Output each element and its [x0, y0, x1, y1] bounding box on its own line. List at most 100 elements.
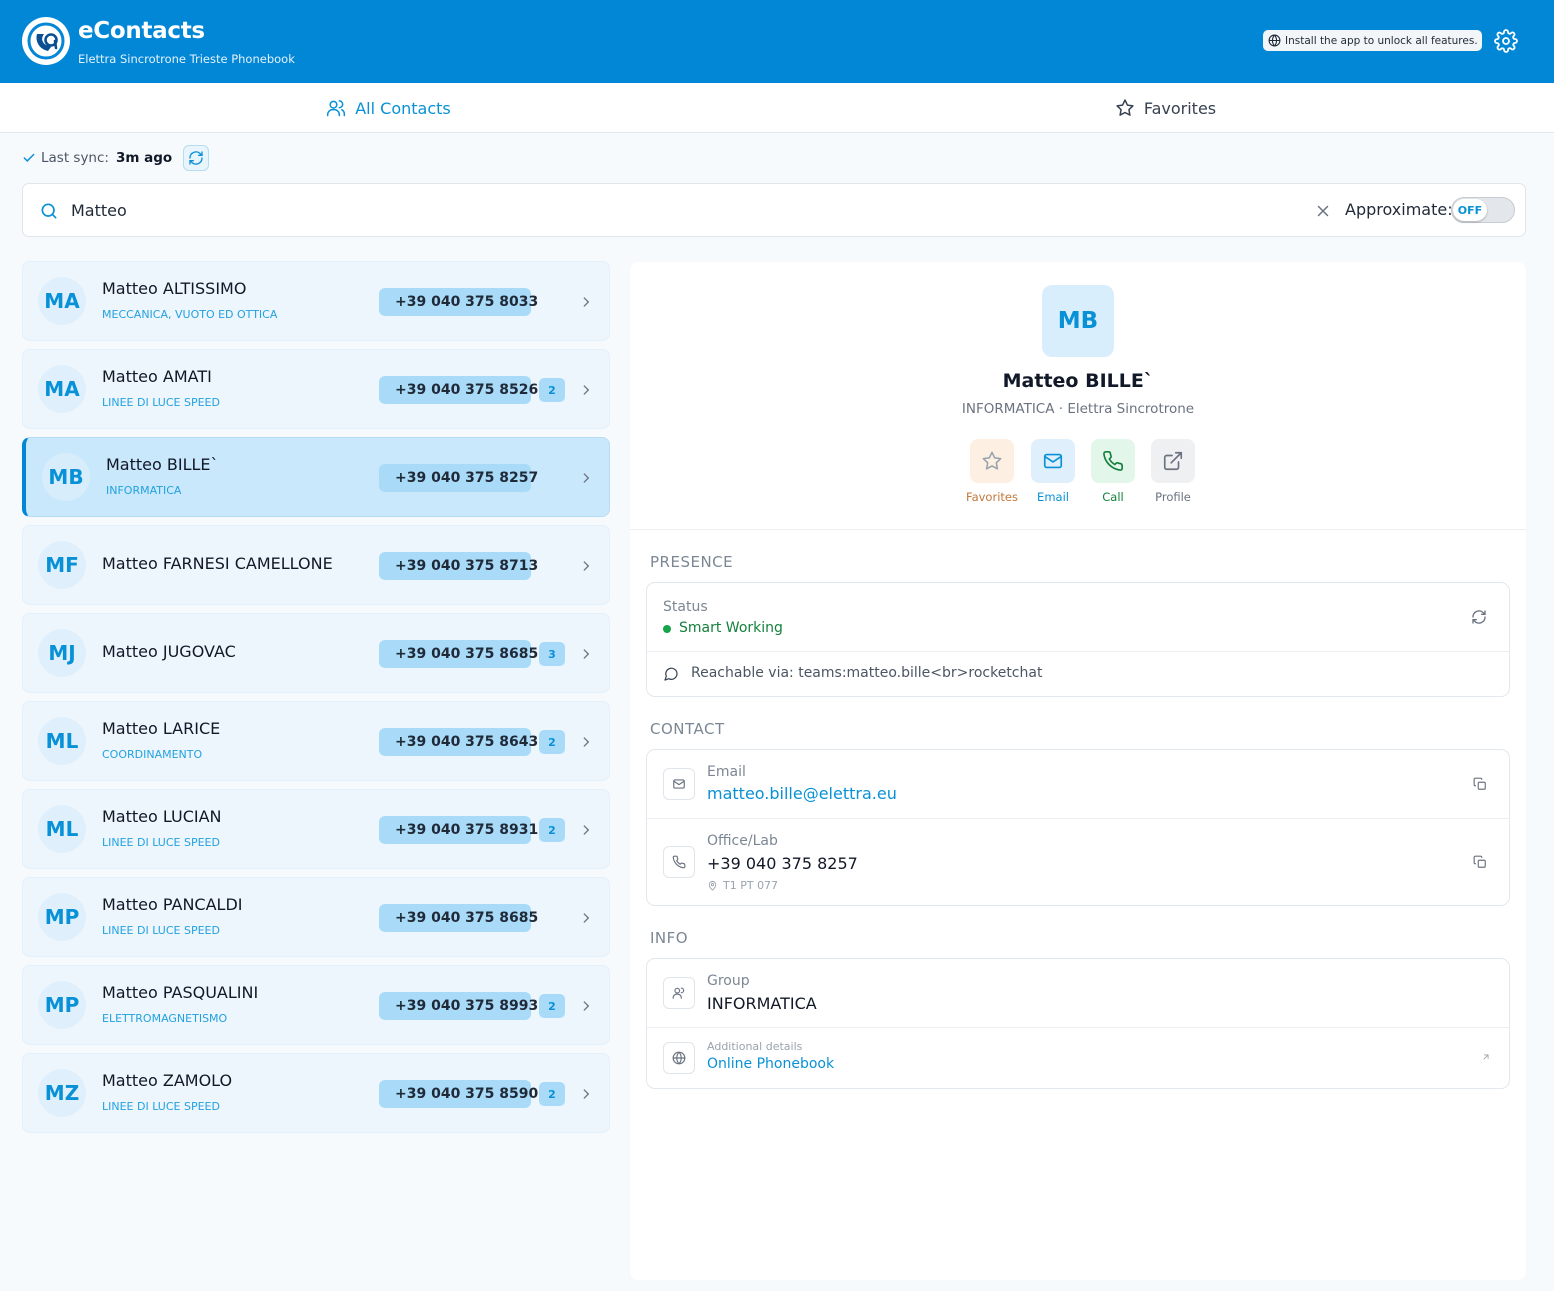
install-app-banner[interactable]: Install the app to unlock all features. [1263, 30, 1482, 51]
contact-phone-button[interactable]: +39 040 375 8257 [379, 464, 538, 492]
sync-value: 3m ago [115, 150, 173, 166]
contact-name: Matteo AMATI [102, 367, 212, 386]
contact-department: ELETTROMAGNETISMO [102, 1012, 228, 1025]
tab-favorites-label: Favorites [1143, 98, 1217, 118]
group-icon-box [663, 977, 695, 1009]
contact-phone-button[interactable]: +39 040 375 8713 [379, 552, 538, 580]
star-icon [1116, 99, 1134, 116]
chevron-right-icon [583, 913, 589, 923]
approximate-toggle-state: OFF [1453, 199, 1487, 221]
contact-avatar: MJ [38, 629, 86, 677]
presence-card: Status Smart Working Reachable via: team… [646, 582, 1510, 697]
contact-phone-button[interactable]: +39 040 375 8993 [379, 992, 538, 1020]
globe-icon [1268, 34, 1281, 47]
settings-button[interactable] [1494, 29, 1518, 53]
contact-department: COORDINAMENTO [102, 748, 203, 761]
app-subtitle: Elettra Sincrotrone Trieste Phonebook [78, 52, 295, 66]
contact-phone-number: +39 040 375 8931 [395, 822, 539, 838]
contact-row[interactable]: MP Matteo PASQUALINI ELETTROMAGNETISMO +39 … [22, 965, 610, 1045]
email-action-button[interactable]: Email [1023, 439, 1083, 504]
chevron-right-icon [583, 385, 589, 395]
favorites-action-button[interactable]: Favorites [962, 439, 1022, 504]
contact-row[interactable]: MA Matteo AMATI LINEE DI LUCE SPEED +39 040… [22, 349, 610, 429]
refresh-presence-icon[interactable] [1471, 609, 1487, 625]
contact-row[interactable]: ML Matteo LARICE COORDINAMENTO +39 040 375 … [22, 701, 610, 781]
contact-phone-button[interactable]: +39 040 375 8643 [379, 728, 538, 756]
status-value: Smart Working [679, 620, 783, 636]
contact-phone-button[interactable]: +39 040 375 8590 [379, 1080, 538, 1108]
contact-phone-number: +39 040 375 8993 [395, 998, 539, 1014]
contact-detail-panel: MB Matteo BILLE` INFORMATICA · Elettra S… [630, 262, 1526, 1280]
tab-favorites[interactable]: Favorites [777, 83, 1554, 133]
detail-avatar: MB [1042, 285, 1114, 357]
extra-numbers-badge: 2 [539, 378, 565, 402]
contact-phone-button[interactable]: +39 040 375 8033 [379, 288, 538, 316]
contact-phone-number: +39 040 375 8590 [395, 1086, 539, 1102]
call-action-button[interactable]: Call [1083, 439, 1143, 504]
contact-name: Matteo JUGOVAC [102, 642, 236, 661]
contact-row[interactable]: MZ Matteo ZAMOLO LINEE DI LUCE SPEED +39 04… [22, 1053, 610, 1133]
profile-action-button[interactable]: Profile [1143, 439, 1203, 504]
chevron-right-icon [583, 825, 589, 835]
office-location: T1 PT 077 [723, 879, 779, 892]
online-phonebook-link[interactable]: Online Phonebook [707, 1056, 834, 1072]
phone-icon [672, 855, 686, 869]
email-icon-box [663, 768, 695, 800]
contact-row[interactable]: MF Matteo FARNESI CAMELLONE +39 040 375 87… [22, 525, 610, 605]
contact-phone-number: +39 040 375 8643 [395, 734, 539, 750]
copy-phone-icon[interactable] [1473, 855, 1487, 869]
arrow-up-right-icon[interactable] [1481, 1052, 1491, 1062]
search-icon [41, 203, 57, 219]
contact-department: INFORMATICA [106, 484, 182, 497]
contact-row[interactable]: MA Matteo ALTISSIMO MECCANICA, VUOTO ED OT… [22, 261, 610, 341]
tab-bar: All Contacts Favorites [0, 83, 1554, 133]
contact-list: MA Matteo ALTISSIMO MECCANICA, VUOTO ED OT… [22, 261, 610, 1141]
check-icon [23, 153, 35, 162]
contact-phone-button[interactable]: +39 040 375 8685 [379, 640, 538, 668]
app-title: eContacts [78, 18, 205, 44]
contact-phone-button[interactable]: +39 040 375 8526 [379, 376, 538, 404]
refresh-sync-button[interactable] [183, 145, 210, 171]
contact-avatar: MP [38, 893, 86, 941]
contact-phone-number: +39 040 375 8526 [395, 382, 539, 398]
contact-row[interactable]: MP Matteo PANCALDI LINEE DI LUCE SPEED +39 … [22, 877, 610, 957]
email-link[interactable]: matteo.bille@elettra.eu [707, 784, 897, 803]
sync-label: Last sync: [41, 150, 109, 166]
chevron-right-icon [583, 649, 589, 659]
extra-numbers-badge: 2 [539, 818, 565, 842]
favorites-action-label: Favorites [966, 490, 1018, 504]
tab-all-contacts[interactable]: All Contacts [0, 83, 777, 133]
extra-numbers-badge: 2 [539, 1082, 565, 1106]
email-action-label: Email [1037, 490, 1069, 504]
map-pin-icon [708, 880, 717, 891]
contact-phone-number: +39 040 375 8033 [395, 294, 539, 310]
chat-bubble-icon [664, 667, 678, 681]
contact-name: Matteo ZAMOLO [102, 1071, 233, 1090]
contact-department: MECCANICA, VUOTO ED OTTICA [102, 308, 278, 321]
office-phone-value[interactable]: +39 040 375 8257 [707, 854, 858, 873]
users-icon [327, 100, 346, 117]
copy-email-icon[interactable] [1473, 777, 1487, 791]
sync-status: Last sync: 3m ago [22, 144, 210, 172]
gear-icon [1494, 29, 1518, 53]
contact-department: LINEE DI LUCE SPEED [102, 836, 220, 849]
app-header: eContacts Elettra Sincrotrone Trieste Ph… [0, 0, 1554, 83]
contact-phone-button[interactable]: +39 040 375 8931 [379, 816, 538, 844]
star-icon [982, 451, 1002, 470]
clear-search-icon[interactable] [1314, 202, 1332, 220]
extra-numbers-badge: 2 [539, 994, 565, 1018]
contact-row[interactable]: MB Matteo BILLE` INFORMATICA +39 040 375 82… [22, 437, 610, 517]
mail-icon [673, 779, 685, 789]
search-input[interactable] [71, 197, 1251, 223]
chevron-right-icon [583, 1001, 589, 1011]
info-section-title: INFO [650, 929, 689, 947]
approximate-toggle[interactable]: OFF [1451, 197, 1515, 223]
approximate-label: Approximate: [1345, 200, 1453, 219]
contact-row[interactable]: MJ Matteo JUGOVAC +39 040 375 8685 3 [22, 613, 610, 693]
info-separator [647, 1027, 1509, 1028]
contact-row[interactable]: ML Matteo LUCIAN LINEE DI LUCE SPEED +39 04… [22, 789, 610, 869]
contact-name: Matteo LUCIAN [102, 807, 222, 826]
contact-phone-button[interactable]: +39 040 375 8685 [379, 904, 538, 932]
globe-icon [672, 1051, 686, 1065]
contact-phone-number: +39 040 375 8685 [395, 910, 539, 926]
